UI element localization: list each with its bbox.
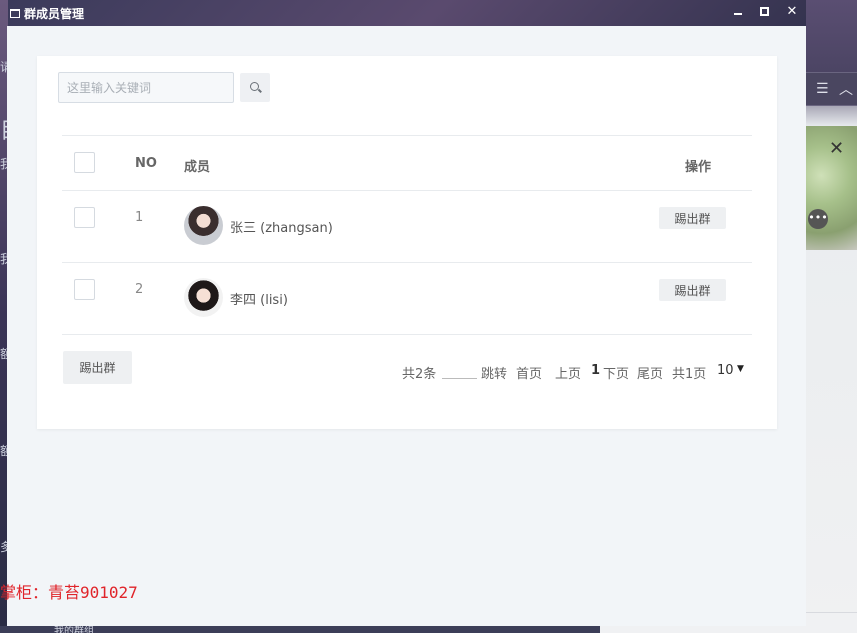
chevron-up-icon[interactable]: ︿ <box>839 79 853 99</box>
first-page-link[interactable]: 首页 <box>516 363 542 382</box>
window-title: 群成员管理 <box>24 7 85 21</box>
avatar <box>184 206 223 245</box>
window-icon <box>10 9 20 18</box>
search-button[interactable] <box>240 73 270 102</box>
dialog-client-area: NO 成员 操作 1 张三 (zhangsan) 踢出群 2 李四 (lisi) <box>7 26 806 626</box>
search-input[interactable] <box>58 72 234 103</box>
page-size-select[interactable]: 10 <box>717 363 734 378</box>
avatar <box>184 278 223 317</box>
table-divider <box>62 334 752 335</box>
member-management-dialog: 群成员管理 ✕ NO 成员 操作 1 张三 (z <box>0 0 806 626</box>
maximize-icon <box>759 7 769 16</box>
column-header-member: 成员 <box>184 160 211 175</box>
kick-member-button[interactable]: 踢出群 <box>659 207 726 229</box>
pagination-total: 共2条 <box>402 367 437 382</box>
page-jump-input[interactable] <box>442 361 477 379</box>
last-page-link[interactable]: 尾页 <box>637 363 663 382</box>
minimize-button[interactable] <box>727 2 749 22</box>
menu-icon[interactable]: ☰ <box>816 81 829 97</box>
title-bar[interactable]: 群成员管理 ✕ <box>0 0 806 26</box>
table-header: NO 成员 操作 <box>62 135 752 190</box>
pagination-pages: 共1页 <box>672 367 707 382</box>
next-page-link[interactable]: 下页 <box>603 363 629 382</box>
bulk-kick-button[interactable]: 踢出群 <box>63 351 132 384</box>
close-button[interactable]: ✕ <box>781 2 803 22</box>
minimize-icon <box>734 13 742 15</box>
table-row: 2 李四 (lisi) 踢出群 <box>62 262 752 334</box>
member-name: 张三 (zhangsan) <box>230 221 333 236</box>
member-name: 李四 (lisi) <box>230 293 288 308</box>
more-icon[interactable]: ••• <box>808 209 828 229</box>
search-icon <box>250 82 259 91</box>
close-icon[interactable]: ✕ <box>829 138 844 159</box>
kick-member-button[interactable]: 踢出群 <box>659 279 726 301</box>
watermark-text: 掌柜：青苔901027 <box>0 583 138 602</box>
row-number: 2 <box>135 282 144 297</box>
background-right-toolbar: ☰ ︿ <box>806 72 857 106</box>
member-card: NO 成员 操作 1 张三 (zhangsan) 踢出群 2 李四 (lisi) <box>37 56 777 429</box>
prev-page-link[interactable]: 上页 <box>555 363 581 382</box>
page-jump-button[interactable]: 跳转 <box>481 363 507 382</box>
row-checkbox[interactable] <box>74 207 95 228</box>
maximize-button[interactable] <box>753 2 775 22</box>
row-checkbox[interactable] <box>74 279 95 300</box>
current-page: 1 <box>591 363 601 378</box>
select-all-checkbox[interactable] <box>74 152 95 173</box>
table-row: 1 张三 (zhangsan) 踢出群 <box>62 190 752 262</box>
member-table: NO 成员 操作 1 张三 (zhangsan) 踢出群 2 李四 (lisi) <box>62 135 752 335</box>
column-header-action: 操作 <box>685 160 712 175</box>
column-header-no: NO <box>135 156 157 171</box>
chevron-down-icon[interactable]: ▼ <box>737 364 744 374</box>
row-number: 1 <box>135 210 144 225</box>
